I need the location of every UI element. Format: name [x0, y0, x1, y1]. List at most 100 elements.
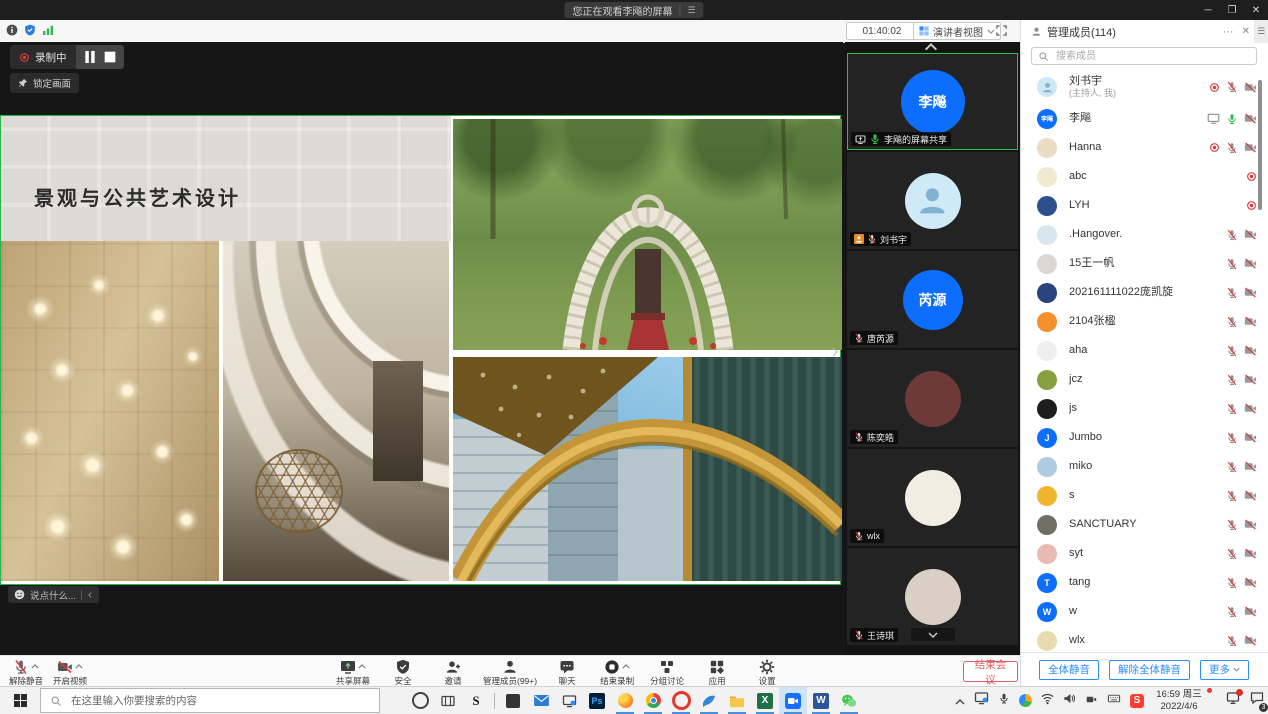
task-view-icon[interactable] [434, 687, 462, 714]
capture-icon[interactable] [974, 691, 989, 710]
toolbar-item-shield-dark[interactable]: 安全 [383, 658, 423, 687]
volume-icon[interactable] [1063, 692, 1076, 710]
firefox-icon[interactable] [611, 687, 639, 714]
banner-menu-icon[interactable]: ☰ [687, 5, 695, 16]
mail-icon[interactable] [527, 687, 555, 714]
member-row[interactable]: abc [1021, 162, 1263, 191]
quick-chat-bar[interactable]: 说点什么... [8, 586, 99, 603]
app-s-icon[interactable]: S [462, 687, 490, 714]
notification-app-icon[interactable] [1226, 691, 1240, 710]
video-tile[interactable]: 王诗琪 [847, 548, 1018, 645]
taskbar-clock[interactable]: 16:59 周三 2022/4/6 [1148, 689, 1210, 713]
member-row[interactable]: jcz [1021, 365, 1263, 394]
chevron-up-icon[interactable] [955, 692, 965, 710]
close-button[interactable]: ✕ [1244, 0, 1268, 20]
member-row[interactable]: Ww [1021, 597, 1263, 626]
mute-all-button[interactable]: 全体静音 [1039, 660, 1099, 680]
member-row[interactable]: Ttang [1021, 568, 1263, 597]
microphone-tray-icon[interactable] [998, 692, 1010, 710]
chevron-up-icon[interactable] [31, 664, 39, 669]
display-app-icon[interactable] [555, 687, 583, 714]
member-row[interactable]: 刘书宇(主持人, 我) [1021, 70, 1263, 104]
chevron-down-icon [987, 29, 995, 34]
member-row[interactable]: 李飚李飚 [1021, 104, 1263, 133]
member-row[interactable]: aha [1021, 336, 1263, 365]
toolbar-item-apps[interactable]: 应用 [697, 658, 737, 687]
opera-icon[interactable] [667, 687, 695, 714]
word-icon[interactable]: W [807, 687, 835, 714]
watching-banner-text: 您正在观看李飚的屏幕 [572, 3, 672, 18]
toolbar-item-share-screen[interactable]: 共享屏幕 [333, 658, 373, 687]
toolbar-item-mic-muted-big[interactable]: 解除静音 [6, 658, 46, 687]
dark-app-icon[interactable] [499, 687, 527, 714]
fullscreen-icon[interactable] [996, 25, 1007, 36]
member-row[interactable]: 2104张楹 [1021, 307, 1263, 336]
excel-icon[interactable]: X [751, 687, 779, 714]
network-icon[interactable] [1041, 692, 1054, 710]
toolbar-item-breakout[interactable]: 分组讨论 [647, 658, 687, 687]
sogou-icon[interactable]: S [1130, 694, 1144, 708]
slide-title: 景观与公共艺术设计 [34, 182, 241, 211]
pin-view-button[interactable]: 锁定画面 [10, 73, 79, 93]
toolbar-item-invite[interactable]: 邀请 [433, 658, 473, 687]
member-avatar [1037, 515, 1057, 535]
view-mode-selector[interactable]: 演讲者视图 [913, 22, 1001, 40]
explorer-icon[interactable] [723, 687, 751, 714]
qq-icon[interactable] [1019, 694, 1032, 707]
member-row[interactable]: 15王一帆 [1021, 249, 1263, 278]
meeting-icon[interactable] [779, 687, 807, 714]
chrome-icon[interactable] [639, 687, 667, 714]
toolbar-item-stop-record[interactable]: 结束录制 [597, 658, 637, 687]
pause-recording-button[interactable] [82, 49, 98, 65]
wing-app-icon[interactable] [695, 687, 723, 714]
member-row[interactable]: Hanna [1021, 133, 1263, 162]
photoshop-icon[interactable]: Ps [583, 687, 611, 714]
panel-close-icon[interactable]: ✕ [1242, 26, 1250, 37]
video-tile[interactable]: wlx [847, 449, 1018, 546]
member-row[interactable]: .Hangover. [1021, 220, 1263, 249]
chevron-right-icon[interactable] [830, 344, 840, 360]
cortana-icon[interactable] [406, 687, 434, 714]
chevron-left-icon[interactable] [87, 591, 93, 599]
end-meeting-button[interactable]: 结束会议 [963, 661, 1018, 682]
toolbar-item-gear[interactable]: 设置 [747, 658, 787, 687]
member-list-scrollbar[interactable] [1258, 80, 1262, 210]
ime-icon[interactable] [1107, 692, 1121, 710]
member-row[interactable]: js [1021, 394, 1263, 423]
member-row[interactable]: s [1021, 481, 1263, 510]
tile-expand-chevron[interactable] [911, 628, 955, 641]
member-row[interactable]: SANCTUARY [1021, 510, 1263, 539]
panel-more-icon[interactable]: ··· [1223, 26, 1234, 38]
chevron-up-icon[interactable] [75, 664, 83, 669]
unmute-all-button[interactable]: 解除全体静音 [1109, 660, 1190, 680]
member-row[interactable]: miko [1021, 452, 1263, 481]
stop-recording-button[interactable] [102, 49, 118, 65]
member-row[interactable]: JJumbo [1021, 423, 1263, 452]
tile-footer: 陈奕皓 [850, 430, 898, 444]
chevron-up-icon[interactable] [358, 664, 366, 669]
scroll-up-chevron-icon[interactable] [924, 43, 938, 51]
video-tile[interactable]: 李飚李飚的屏幕共享 [847, 53, 1018, 150]
toolbar-item-chat[interactable]: 聊天 [547, 658, 587, 687]
toolbar-item-members[interactable]: 管理成员(99+) [483, 658, 537, 687]
taskbar-search-input[interactable] [69, 694, 370, 708]
more-button[interactable]: 更多 [1200, 660, 1249, 680]
video-tile[interactable]: 芮源唐芮源 [847, 251, 1018, 348]
taskbar-divider [494, 693, 495, 709]
wechat-icon[interactable] [835, 687, 863, 714]
member-row[interactable]: LYH [1021, 191, 1263, 220]
member-row[interactable]: 202161111022庞凯旋 [1021, 278, 1263, 307]
action-center-icon[interactable]: 3 [1250, 691, 1264, 710]
video-tile[interactable]: 陈奕皓 [847, 350, 1018, 447]
member-row[interactable]: syt [1021, 539, 1263, 568]
camera-tray-icon[interactable] [1085, 692, 1098, 710]
member-search-input[interactable] [1054, 50, 1250, 63]
start-button[interactable] [0, 687, 40, 714]
toolbar-item-cam-off-big[interactable]: 开启视频 [50, 658, 90, 687]
maximize-button[interactable]: ❐ [1220, 0, 1244, 20]
member-row[interactable]: wlx [1021, 626, 1263, 652]
panel-hamburger-icon[interactable]: ☰ [1254, 20, 1268, 43]
video-tile[interactable]: 刘书宇 [847, 152, 1018, 249]
minimize-button[interactable]: ─ [1196, 0, 1220, 20]
chevron-up-icon[interactable] [622, 664, 630, 669]
